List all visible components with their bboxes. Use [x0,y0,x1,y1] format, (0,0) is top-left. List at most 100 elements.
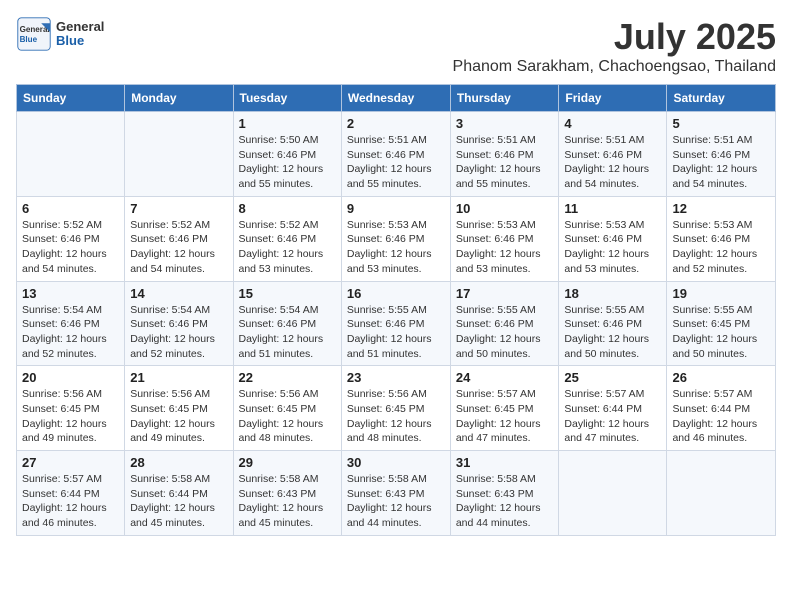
calendar-cell: 26 Sunrise: 5:57 AMSunset: 6:44 PMDayligh… [667,366,776,451]
calendar-cell [667,451,776,536]
day-detail: Sunrise: 5:53 AMSunset: 6:46 PMDaylight:… [672,218,770,277]
day-number: 8 [239,201,336,216]
day-detail: Sunrise: 5:53 AMSunset: 6:46 PMDaylight:… [564,218,661,277]
calendar-cell: 24Sunrise: 5:57 AMSunset: 6:45 PMDayligh… [450,366,559,451]
location-subtitle: Phanom Sarakham, Chachoengsao, Thailand [453,58,776,76]
day-detail: Sunrise: 5:52 AMSunset: 6:46 PMDaylight:… [22,218,119,277]
day-number: 23 [347,370,445,385]
day-detail: Sunrise: 5:52 AMSunset: 6:46 PMDaylight:… [130,218,227,277]
logo: General Blue General Blue [16,16,104,52]
day-detail: Sunrise: 5:58 AMSunset: 6:44 PMDaylight:… [130,472,227,531]
calendar-cell: 18Sunrise: 5:55 AMSunset: 6:46 PMDayligh… [559,281,667,366]
calendar-cell: 29Sunrise: 5:58 AMSunset: 6:43 PMDayligh… [233,451,341,536]
calendar-cell: 7Sunrise: 5:52 AMSunset: 6:46 PMDaylight… [125,196,233,281]
calendar-cell: 20 Sunrise: 5:56 AMSunset: 6:45 PMDayligh… [17,366,125,451]
day-detail: Sunrise: 5:53 AMSunset: 6:46 PMDaylight:… [456,218,554,277]
calendar-header-row: SundayMondayTuesdayWednesdayThursdayFrid… [17,85,776,112]
day-number: 26 [672,370,770,385]
calendar-cell: 25 Sunrise: 5:57 AMSunset: 6:44 PMDayligh… [559,366,667,451]
page-header: General Blue General Blue July 2025 Phan… [16,16,776,76]
calendar-cell: 14 Sunrise: 5:54 AMSunset: 6:46 PMDayligh… [125,281,233,366]
day-detail: Sunrise: 5:54 AMSunset: 6:46 PMDaylight:… [239,303,336,362]
day-detail: Sunrise: 5:56 AMSunset: 6:45 PMDaylight:… [130,387,227,446]
day-detail: Sunrise: 5:53 AMSunset: 6:46 PMDaylight:… [347,218,445,277]
weekday-header: Tuesday [233,85,341,112]
day-detail: Sunrise: 5:57 AMSunset: 6:44 PMDaylight:… [672,387,770,446]
day-number: 28 [130,455,227,470]
calendar-cell: 21 Sunrise: 5:56 AMSunset: 6:45 PMDayligh… [125,366,233,451]
day-detail: Sunrise: 5:50 AMSunset: 6:46 PMDaylight:… [239,133,336,192]
day-number: 17 [456,286,554,301]
calendar-cell: 9 Sunrise: 5:53 AMSunset: 6:46 PMDaylight… [341,196,450,281]
month-year-title: July 2025 [453,16,776,58]
calendar-cell: 12 Sunrise: 5:53 AMSunset: 6:46 PMDayligh… [667,196,776,281]
calendar-cell: 31Sunrise: 5:58 AMSunset: 6:43 PMDayligh… [450,451,559,536]
logo-general: General [56,19,104,34]
day-number: 5 [672,116,770,131]
day-number: 16 [347,286,445,301]
calendar-week-row: 6Sunrise: 5:52 AMSunset: 6:46 PMDaylight… [17,196,776,281]
day-number: 12 [672,201,770,216]
calendar-cell: 3Sunrise: 5:51 AMSunset: 6:46 PMDaylight… [450,112,559,197]
day-number: 4 [564,116,661,131]
weekday-header: Thursday [450,85,559,112]
day-number: 14 [130,286,227,301]
day-number: 30 [347,455,445,470]
calendar-table: SundayMondayTuesdayWednesdayThursdayFrid… [16,84,776,536]
calendar-week-row: 13 Sunrise: 5:54 AMSunset: 6:46 PMDayligh… [17,281,776,366]
day-number: 25 [564,370,661,385]
day-number: 21 [130,370,227,385]
day-number: 20 [22,370,119,385]
day-detail: Sunrise: 5:57 AMSunset: 6:44 PMDaylight:… [564,387,661,446]
weekday-header: Sunday [17,85,125,112]
day-detail: Sunrise: 5:56 AMSunset: 6:45 PMDaylight:… [22,387,119,446]
calendar-cell: 28 Sunrise: 5:58 AMSunset: 6:44 PMDayligh… [125,451,233,536]
day-detail: Sunrise: 5:52 AMSunset: 6:46 PMDaylight:… [239,218,336,277]
calendar-week-row: 1 Sunrise: 5:50 AMSunset: 6:46 PMDaylight… [17,112,776,197]
calendar-cell: 13 Sunrise: 5:54 AMSunset: 6:46 PMDayligh… [17,281,125,366]
day-number: 1 [239,116,336,131]
day-number: 31 [456,455,554,470]
day-number: 11 [564,201,661,216]
day-detail: Sunrise: 5:58 AMSunset: 6:43 PMDaylight:… [347,472,445,531]
day-detail: Sunrise: 5:51 AMSunset: 6:46 PMDaylight:… [347,133,445,192]
day-number: 13 [22,286,119,301]
title-block: July 2025 Phanom Sarakham, Chachoengsao,… [453,16,776,76]
calendar-cell: 2 Sunrise: 5:51 AMSunset: 6:46 PMDaylight… [341,112,450,197]
day-number: 2 [347,116,445,131]
calendar-cell: 5 Sunrise: 5:51 AMSunset: 6:46 PMDaylight… [667,112,776,197]
calendar-cell: 11 Sunrise: 5:53 AMSunset: 6:46 PMDayligh… [559,196,667,281]
calendar-cell: 1 Sunrise: 5:50 AMSunset: 6:46 PMDaylight… [233,112,341,197]
calendar-cell: 27Sunrise: 5:57 AMSunset: 6:44 PMDayligh… [17,451,125,536]
calendar-week-row: 27Sunrise: 5:57 AMSunset: 6:44 PMDayligh… [17,451,776,536]
logo-blue: Blue [56,33,84,48]
day-number: 10 [456,201,554,216]
day-detail: Sunrise: 5:51 AMSunset: 6:46 PMDaylight:… [456,133,554,192]
logo-icon: General Blue [16,16,52,52]
day-detail: Sunrise: 5:54 AMSunset: 6:46 PMDaylight:… [22,303,119,362]
day-number: 9 [347,201,445,216]
day-number: 19 [672,286,770,301]
day-detail: Sunrise: 5:51 AMSunset: 6:46 PMDaylight:… [672,133,770,192]
day-detail: Sunrise: 5:57 AMSunset: 6:44 PMDaylight:… [22,472,119,531]
day-detail: Sunrise: 5:55 AMSunset: 6:45 PMDaylight:… [672,303,770,362]
day-detail: Sunrise: 5:54 AMSunset: 6:46 PMDaylight:… [130,303,227,362]
calendar-cell: 22Sunrise: 5:56 AMSunset: 6:45 PMDayligh… [233,366,341,451]
calendar-cell: 17Sunrise: 5:55 AMSunset: 6:46 PMDayligh… [450,281,559,366]
calendar-cell: 4 Sunrise: 5:51 AMSunset: 6:46 PMDaylight… [559,112,667,197]
calendar-cell [559,451,667,536]
calendar-cell: 15Sunrise: 5:54 AMSunset: 6:46 PMDayligh… [233,281,341,366]
svg-text:Blue: Blue [20,35,38,44]
calendar-cell [17,112,125,197]
calendar-cell: 23Sunrise: 5:56 AMSunset: 6:45 PMDayligh… [341,366,450,451]
weekday-header: Monday [125,85,233,112]
calendar-cell: 6Sunrise: 5:52 AMSunset: 6:46 PMDaylight… [17,196,125,281]
calendar-cell [125,112,233,197]
day-detail: Sunrise: 5:51 AMSunset: 6:46 PMDaylight:… [564,133,661,192]
calendar-cell: 10 Sunrise: 5:53 AMSunset: 6:46 PMDayligh… [450,196,559,281]
calendar-cell: 19 Sunrise: 5:55 AMSunset: 6:45 PMDayligh… [667,281,776,366]
calendar-cell: 8 Sunrise: 5:52 AMSunset: 6:46 PMDaylight… [233,196,341,281]
day-detail: Sunrise: 5:55 AMSunset: 6:46 PMDaylight:… [347,303,445,362]
calendar-cell: 30 Sunrise: 5:58 AMSunset: 6:43 PMDayligh… [341,451,450,536]
day-number: 29 [239,455,336,470]
